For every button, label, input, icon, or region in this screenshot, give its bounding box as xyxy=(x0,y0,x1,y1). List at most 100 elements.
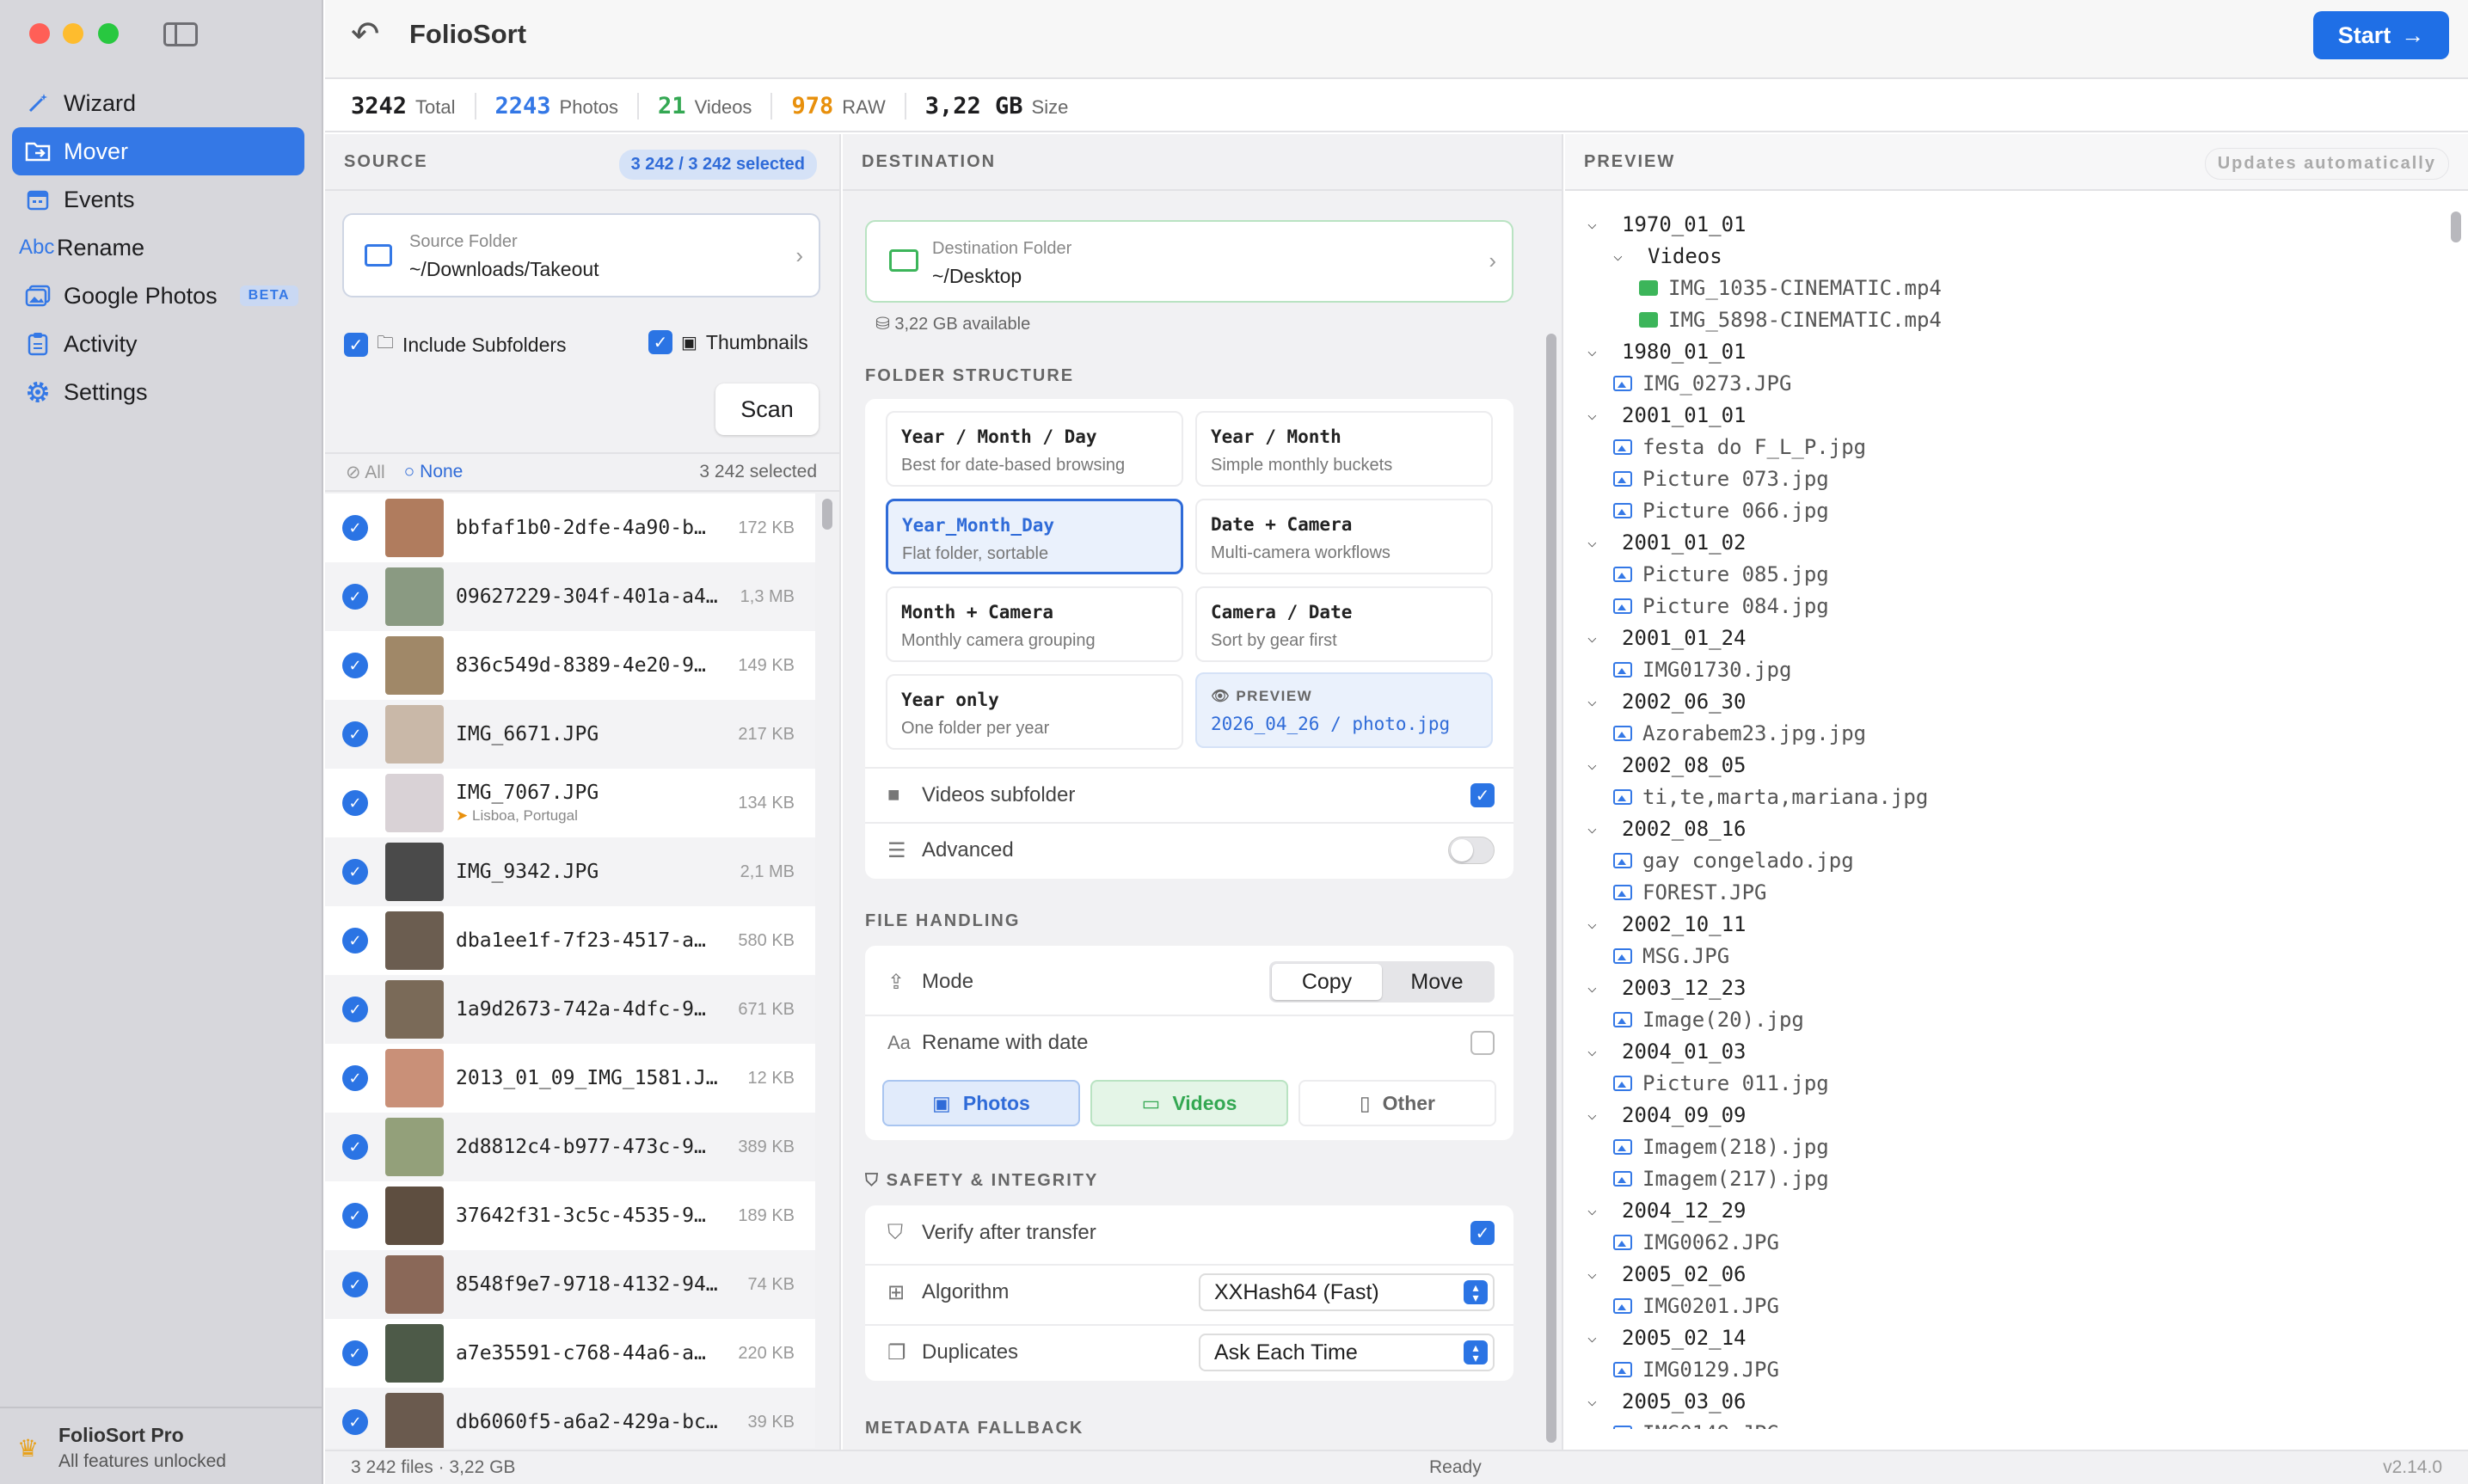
tree-file[interactable]: IMG0201.JPG xyxy=(1565,1290,2442,1321)
file-checkbox[interactable]: ✓ xyxy=(342,721,368,747)
chevron-down-icon[interactable]: ⌵ xyxy=(1587,1201,1606,1219)
destination-scrollbar[interactable] xyxy=(1543,330,1560,1448)
sidebar-item-google-photos[interactable]: Google Photos BETA xyxy=(12,272,304,320)
file-row[interactable]: ✓ 2013_01_09_IMG_1581.J… 12 KB xyxy=(325,1044,815,1113)
structure-option[interactable]: Year_Month_Day Flat folder, sortable xyxy=(886,499,1183,574)
scan-button[interactable]: Scan xyxy=(715,383,819,435)
tree-folder[interactable]: ⌵ 2004_09_09 xyxy=(1565,1099,2442,1131)
tree-file[interactable]: IMG0149.JPG xyxy=(1565,1417,2442,1429)
tree-folder[interactable]: ⌵ 2005_02_14 xyxy=(1565,1321,2442,1353)
file-checkbox[interactable]: ✓ xyxy=(342,790,368,816)
back-arrow-icon[interactable]: ↶ xyxy=(351,17,380,52)
include-subfolders-option[interactable]: ✓ 🗀 Include Subfolders xyxy=(344,330,567,359)
minimize-window-button[interactable] xyxy=(63,23,83,44)
chevron-down-icon[interactable]: ⌵ xyxy=(1587,1265,1606,1283)
start-button[interactable]: Start → xyxy=(2313,11,2449,59)
tree-folder[interactable]: ⌵ 2001_01_02 xyxy=(1565,526,2442,558)
tree-folder[interactable]: ⌵ 2002_08_05 xyxy=(1565,749,2442,781)
file-row[interactable]: ✓ 1a9d2673-742a-4dfc-9… 671 KB xyxy=(325,975,815,1044)
structure-option[interactable]: Month + Camera Monthly camera grouping xyxy=(886,586,1183,662)
chevron-down-icon[interactable]: ⌵ xyxy=(1587,215,1606,233)
mode-move-option[interactable]: Move xyxy=(1382,964,1492,1000)
select-all-button[interactable]: ⊘ All xyxy=(346,462,385,483)
file-row[interactable]: ✓ IMG_9342.JPG 2,1 MB xyxy=(325,837,815,906)
type-photos-button[interactable]: ▣ Photos xyxy=(882,1080,1080,1126)
tree-file[interactable]: IMG0062.JPG xyxy=(1565,1226,2442,1258)
include-subfolders-checkbox[interactable]: ✓ xyxy=(344,333,368,357)
tree-file[interactable]: Picture 085.jpg xyxy=(1565,558,2442,590)
verify-checkbox[interactable]: ✓ xyxy=(1470,1221,1495,1245)
chevron-down-icon[interactable]: ⌵ xyxy=(1587,342,1606,360)
thumbnails-checkbox[interactable]: ✓ xyxy=(648,330,672,354)
tree-folder[interactable]: ⌵ 2004_12_29 xyxy=(1565,1194,2442,1226)
file-row[interactable]: ✓ 09627229-304f-401a-a4… 1,3 MB xyxy=(325,562,815,631)
mode-copy-option[interactable]: Copy xyxy=(1272,964,1382,1000)
algorithm-select[interactable]: XXHash64 (Fast) ▴ ▾ xyxy=(1199,1273,1495,1311)
file-row[interactable]: ✓ db6060f5-a6a2-429a-bc… 39 KB xyxy=(325,1388,815,1448)
structure-option[interactable]: Year only One folder per year xyxy=(886,674,1183,750)
structure-option[interactable]: Year / Month / Day Best for date-based br… xyxy=(886,411,1183,487)
sidebar-toggle-icon[interactable] xyxy=(163,22,198,46)
chevron-down-icon[interactable]: ⌵ xyxy=(1587,819,1606,837)
file-row[interactable]: ✓ 8548f9e7-9718-4132-94… 74 KB xyxy=(325,1250,815,1319)
file-checkbox[interactable]: ✓ xyxy=(342,996,368,1022)
rename-with-date-checkbox[interactable] xyxy=(1470,1031,1495,1055)
tree-folder[interactable]: ⌵ 2005_02_06 xyxy=(1565,1258,2442,1290)
file-checkbox[interactable]: ✓ xyxy=(342,584,368,610)
sidebar-item-wizard[interactable]: Wizard xyxy=(12,79,304,127)
chevron-down-icon[interactable]: ⌵ xyxy=(1613,247,1632,265)
tree-file[interactable]: ti,te,marta,mariana.jpg xyxy=(1565,781,2442,813)
tree-file[interactable]: Imagem(218).jpg xyxy=(1565,1131,2442,1162)
file-checkbox[interactable]: ✓ xyxy=(342,1203,368,1229)
chevron-down-icon[interactable]: ⌵ xyxy=(1587,629,1606,647)
tree-folder[interactable]: ⌵ Videos xyxy=(1565,240,2442,272)
tree-folder[interactable]: ⌵ 2002_10_11 xyxy=(1565,908,2442,940)
tree-file[interactable]: IMG0129.JPG xyxy=(1565,1353,2442,1385)
file-checkbox[interactable]: ✓ xyxy=(342,1272,368,1297)
tree-folder[interactable]: ⌵ 2004_01_03 xyxy=(1565,1035,2442,1067)
duplicates-select[interactable]: Ask Each Time ▴ ▾ xyxy=(1199,1334,1495,1371)
structure-option[interactable]: Year / Month Simple monthly buckets xyxy=(1195,411,1493,487)
close-window-button[interactable] xyxy=(29,23,50,44)
file-checkbox[interactable]: ✓ xyxy=(342,1409,368,1435)
file-checkbox[interactable]: ✓ xyxy=(342,1340,368,1366)
file-list-scrollbar[interactable] xyxy=(817,494,838,1448)
chevron-down-icon[interactable]: ⌵ xyxy=(1587,978,1606,996)
chevron-down-icon[interactable]: ⌵ xyxy=(1587,406,1606,424)
file-checkbox[interactable]: ✓ xyxy=(342,653,368,678)
preview-scrollbar[interactable] xyxy=(2447,208,2465,1429)
videos-subfolder-checkbox[interactable]: ✓ xyxy=(1470,783,1495,807)
tree-folder[interactable]: ⌵ 2001_01_01 xyxy=(1565,399,2442,431)
sidebar-item-rename[interactable]: Abc Rename xyxy=(12,224,304,272)
thumbnails-option[interactable]: ✓ ▣ Thumbnails xyxy=(648,330,808,354)
tree-file[interactable]: Picture 066.jpg xyxy=(1565,494,2442,526)
file-row[interactable]: ✓ bbfaf1b0-2dfe-4a90-b… 172 KB xyxy=(325,494,815,562)
file-row[interactable]: ✓ 37642f31-3c5c-4535-9… 189 KB xyxy=(325,1181,815,1250)
sidebar-item-activity[interactable]: Activity xyxy=(12,320,304,368)
destination-folder-picker[interactable]: Destination Folder ~/Desktop › xyxy=(865,220,1513,303)
tree-file[interactable]: gay congelado.jpg xyxy=(1565,844,2442,876)
file-row[interactable]: ✓ dba1ee1f-7f23-4517-a… 580 KB xyxy=(325,906,815,975)
type-videos-button[interactable]: ▭ Videos xyxy=(1090,1080,1288,1126)
tree-file[interactable]: Imagem(217).jpg xyxy=(1565,1162,2442,1194)
tree-folder[interactable]: ⌵ 1970_01_01 xyxy=(1565,208,2442,240)
chevron-down-icon[interactable]: ⌵ xyxy=(1587,692,1606,710)
chevron-down-icon[interactable]: ⌵ xyxy=(1587,915,1606,933)
structure-option[interactable]: Camera / Date Sort by gear first xyxy=(1195,586,1493,662)
structure-option[interactable]: Date + Camera Multi-camera workflows xyxy=(1195,499,1493,574)
tree-file[interactable]: Image(20).jpg xyxy=(1565,1003,2442,1035)
type-other-button[interactable]: ▯ Other xyxy=(1298,1080,1496,1126)
tree-folder[interactable]: ⌵ 2005_03_06 xyxy=(1565,1385,2442,1417)
file-row[interactable]: ✓ a7e35591-c768-44a6-a… 220 KB xyxy=(325,1319,815,1388)
sidebar-item-mover[interactable]: Mover xyxy=(12,127,304,175)
file-row[interactable]: ✓ IMG_6671.JPG 217 KB xyxy=(325,700,815,769)
source-folder-picker[interactable]: Source Folder ~/Downloads/Takeout › xyxy=(342,213,820,297)
advanced-toggle[interactable] xyxy=(1448,837,1495,864)
chevron-down-icon[interactable]: ⌵ xyxy=(1587,1106,1606,1124)
select-none-button[interactable]: ○ None xyxy=(404,462,464,482)
chevron-down-icon[interactable]: ⌵ xyxy=(1587,1042,1606,1060)
file-row[interactable]: ✓ IMG_7067.JPG ➤ Lisboa, Portugal 134 KB xyxy=(325,769,815,837)
sidebar-item-settings[interactable]: Settings xyxy=(12,368,304,416)
tree-file[interactable]: MSG.JPG xyxy=(1565,940,2442,972)
scroll-thumb[interactable] xyxy=(822,499,832,530)
